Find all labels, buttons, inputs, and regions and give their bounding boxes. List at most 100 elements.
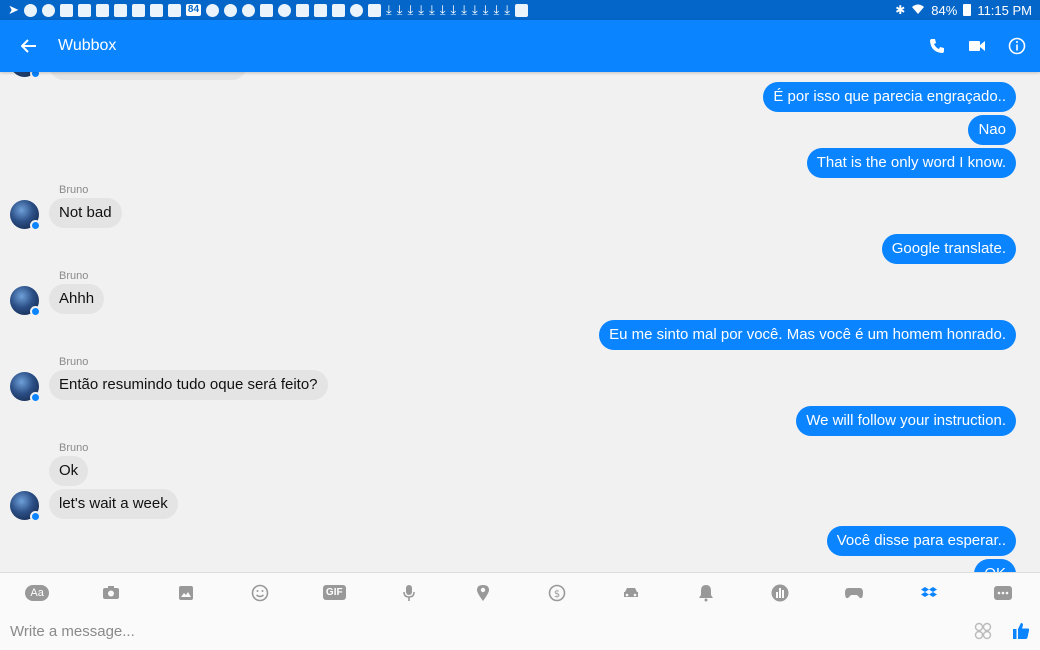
wifi-icon [911, 3, 925, 18]
system-tray: ✱ 84% 11:15 PM [895, 3, 1032, 18]
sender-name: Bruno [59, 442, 89, 454]
back-button[interactable] [0, 20, 58, 72]
message-bubble-incoming[interactable]: Not bad [49, 198, 122, 228]
video-camera-icon [969, 41, 985, 51]
payment-icon: $ [548, 584, 566, 601]
download-icon: ⤓ [472, 2, 478, 17]
chrome-icon [224, 3, 238, 17]
camera-icon [103, 586, 120, 599]
app-notification-icon [41, 3, 55, 17]
arrow-left-icon [21, 39, 36, 53]
download-icon: ⤓ [450, 2, 457, 17]
conversation-info-button[interactable] [1002, 31, 1032, 61]
games-button[interactable] [817, 573, 891, 613]
twitter-icon [314, 3, 328, 17]
chat-icon [350, 3, 364, 17]
app-notification-icon [23, 3, 37, 17]
avatar[interactable] [10, 491, 41, 522]
twitter-icon [113, 3, 127, 17]
message-bubble-incoming[interactable]: let's wait a week [49, 489, 178, 519]
voice-message-button[interactable] [371, 573, 445, 613]
message-bubble-incoming[interactable] [49, 72, 247, 80]
gallery-button[interactable] [149, 573, 223, 613]
avatar[interactable] [10, 200, 41, 231]
download-icon: ⤓ [429, 2, 435, 17]
messenger-badge-icon [30, 72, 41, 79]
stickers-button[interactable] [964, 612, 1002, 650]
avatar[interactable] [10, 286, 41, 317]
chrome-icon [242, 3, 256, 17]
text-format-button[interactable]: Aa [0, 573, 74, 613]
header-actions [922, 31, 1040, 61]
message-bubble-outgoing[interactable]: Eu me sinto mal por você. Mas você é um … [599, 320, 1016, 350]
svg-text:$: $ [554, 589, 560, 600]
message-bubble-outgoing[interactable]: Nao [968, 115, 1016, 145]
avatar[interactable] [10, 372, 41, 403]
gif-button[interactable]: GIF [297, 573, 371, 613]
sender-name: Bruno [59, 184, 89, 196]
notification-icons: ➤ 84 ⤓ ⤓ ⤓ ⤓ ⤓ ⤓ ⤓ ⤓ ⤓ ⤓ ⤓ ⤓ [8, 0, 529, 20]
download-icon: ⤓ [482, 2, 489, 17]
message-bubble-outgoing[interactable]: É por isso que parecia engraçado.. [763, 82, 1016, 112]
emoji-icon [251, 584, 269, 601]
mail-icon [149, 3, 163, 17]
sticker-icon [974, 622, 992, 640]
battery-icon [963, 4, 972, 16]
ride-button[interactable] [594, 573, 668, 613]
message-bubble-incoming[interactable]: Então resumindo tudo oque será feito? [49, 370, 328, 400]
emoji-button[interactable] [223, 573, 297, 613]
phone-icon [930, 39, 944, 53]
youtube-icon [515, 3, 529, 17]
download-icon: ⤓ [439, 2, 446, 17]
more-button[interactable] [966, 573, 1040, 613]
video-call-button[interactable] [962, 31, 992, 61]
message-list[interactable]: É por isso que parecia engraçado.. Nao T… [0, 72, 1040, 572]
game-controller-icon [845, 587, 864, 598]
download-icon: ⤓ [396, 2, 403, 17]
messenger-badge-icon [30, 392, 41, 403]
send-like-button[interactable] [1002, 612, 1040, 650]
bluetooth-icon: ✱ [895, 3, 906, 17]
camera-button[interactable] [74, 573, 148, 613]
message-input[interactable] [0, 612, 964, 650]
more-icon [993, 585, 1012, 600]
download-icon: ⤓ [461, 2, 468, 17]
download-icon: ⤓ [504, 2, 511, 17]
message-composer [0, 612, 1040, 650]
voice-call-button[interactable] [922, 31, 952, 61]
sender-name: Bruno [59, 270, 89, 282]
payment-button[interactable]: $ [520, 573, 594, 613]
news-icon [260, 3, 274, 17]
avatar[interactable] [10, 72, 41, 79]
sender-name: Bruno [59, 356, 89, 368]
composer-toolbar: Aa GIF $ [0, 572, 1040, 612]
messenger-badge-icon [30, 306, 41, 317]
bell-icon [698, 584, 713, 601]
game-notification-icon [296, 3, 310, 17]
message-bubble-incoming[interactable]: Ahhh [49, 284, 105, 314]
dropbox-button[interactable] [891, 573, 965, 613]
car-icon [624, 587, 639, 597]
battery-percent: 84% [931, 2, 958, 18]
reminder-button[interactable] [669, 573, 743, 613]
message-bubble-outgoing[interactable]: OK [974, 559, 1016, 572]
message-bubble-outgoing[interactable]: Google translate. [881, 234, 1016, 264]
poll-button[interactable] [743, 573, 817, 613]
conversation-title[interactable]: Wubbox [58, 37, 116, 55]
tablet-icon [368, 3, 382, 17]
message-bubble-outgoing[interactable]: We will follow your instruction. [796, 406, 1016, 436]
message-bubble-incoming[interactable]: Ok [49, 456, 89, 486]
messenger-badge-icon [30, 220, 41, 231]
message-bubble-outgoing[interactable]: That is the only word I know. [806, 148, 1016, 178]
twitter-icon [95, 3, 109, 17]
thumbs-up-icon [1013, 623, 1030, 639]
status-bar: ➤ 84 ⤓ ⤓ ⤓ ⤓ ⤓ ⤓ ⤓ ⤓ ⤓ ⤓ ⤓ ⤓ ✱ 84% 11:15… [0, 0, 1040, 20]
message-bubble-outgoing[interactable]: Você disse para esperar.. [826, 526, 1016, 556]
navigation-icon: ➤ [8, 2, 19, 17]
location-button[interactable] [446, 573, 520, 613]
microphone-icon [402, 584, 415, 601]
notification-count-badge: 84 [185, 4, 202, 16]
text-format-icon: Aa [25, 584, 49, 601]
conversation-header: Wubbox [0, 20, 1040, 72]
messenger-icon [278, 3, 292, 17]
